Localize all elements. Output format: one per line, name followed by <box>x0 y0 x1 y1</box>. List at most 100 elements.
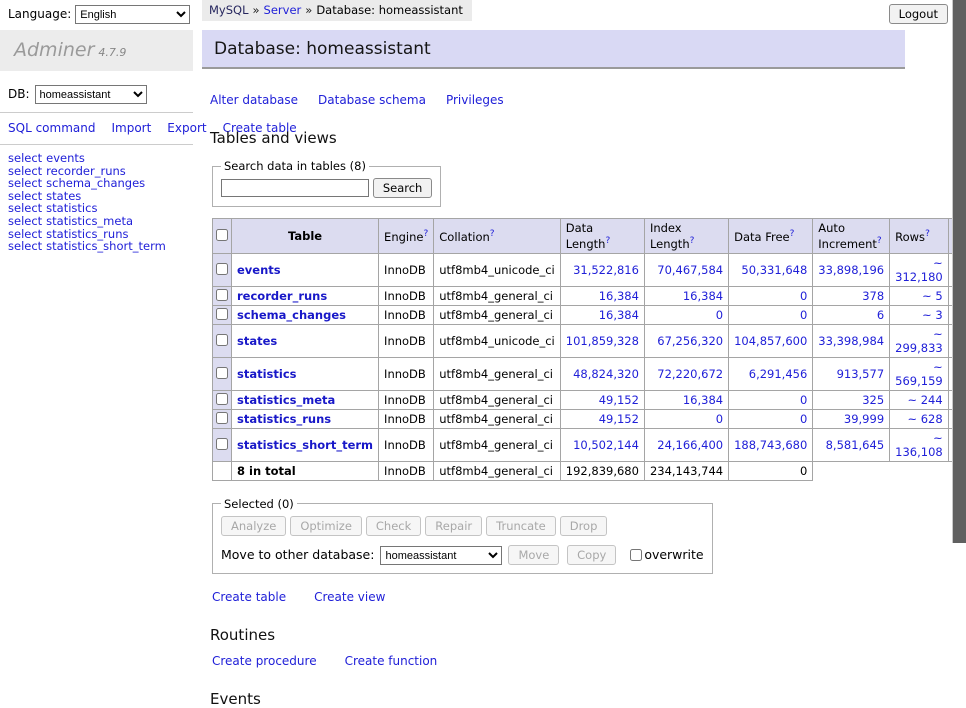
data-length-link[interactable]: 49,152 <box>599 412 639 426</box>
data-length-link[interactable]: 48,824,320 <box>573 367 639 381</box>
rows-link[interactable]: ~ 3 <box>922 308 943 322</box>
help-icon[interactable]: ? <box>605 236 610 246</box>
data-length-link[interactable]: 16,384 <box>599 308 639 322</box>
data-length-link[interactable]: 16,384 <box>599 289 639 303</box>
table-name-link[interactable]: states <box>237 334 277 348</box>
create-function-link[interactable]: Create function <box>345 654 438 668</box>
index-length-link[interactable]: 70,467,584 <box>657 263 723 277</box>
optimize-button[interactable]: Optimize <box>290 516 362 536</box>
row-checkbox[interactable] <box>216 438 228 450</box>
help-icon[interactable]: ? <box>423 229 428 239</box>
sidebar-link-sql-command[interactable]: SQL command <box>8 121 95 135</box>
table-name-link[interactable]: events <box>237 263 281 277</box>
create-procedure-link[interactable]: Create procedure <box>212 654 317 668</box>
create-table-link[interactable]: Create table <box>212 590 286 604</box>
auto-increment-link[interactable]: 33,898,196 <box>818 263 884 277</box>
help-icon[interactable]: ? <box>490 229 495 239</box>
row-checkbox[interactable] <box>216 412 228 424</box>
data-free-link[interactable]: 6,291,456 <box>749 367 808 381</box>
rows-link[interactable]: ~ 569,159 <box>895 360 943 388</box>
data-length-link[interactable]: 31,522,816 <box>573 263 639 277</box>
row-checkbox[interactable] <box>216 308 228 320</box>
auto-increment-link[interactable]: 913,577 <box>837 367 885 381</box>
create-view-link[interactable]: Create view <box>314 590 385 604</box>
table-name-link[interactable]: statistics_runs <box>237 412 331 426</box>
overwrite-checkbox[interactable] <box>630 549 642 561</box>
index-length-link[interactable]: 24,166,400 <box>657 438 723 452</box>
app-name[interactable]: Adminer <box>14 39 94 61</box>
sidebar-select-link[interactable]: select <box>8 151 42 165</box>
auto-increment-link[interactable]: 325 <box>862 393 884 407</box>
breadcrumb-mysql-link[interactable]: MySQL <box>209 3 249 17</box>
help-icon[interactable]: ? <box>925 229 930 239</box>
sidebar-select-link[interactable]: select <box>8 239 42 253</box>
check-button[interactable]: Check <box>366 516 421 536</box>
index-length-link[interactable]: 72,220,672 <box>657 367 723 381</box>
row-checkbox[interactable] <box>216 393 228 405</box>
rows-link[interactable]: ~ 312,180 <box>895 256 943 284</box>
move-database-select[interactable]: homeassistant <box>380 546 502 565</box>
index-length-link[interactable]: 0 <box>716 308 723 322</box>
truncate-button[interactable]: Truncate <box>486 516 556 536</box>
auto-increment-link[interactable]: 378 <box>862 289 884 303</box>
search-button[interactable]: Search <box>373 178 433 198</box>
data-free-link[interactable]: 0 <box>800 289 807 303</box>
data-free-link[interactable]: 104,857,600 <box>734 334 807 348</box>
help-icon[interactable]: ? <box>877 236 882 246</box>
breadcrumb-server-link[interactable]: Server <box>264 3 302 17</box>
data-length-link[interactable]: 101,859,328 <box>566 334 639 348</box>
db-select[interactable]: homeassistant <box>35 85 147 104</box>
auto-increment-link[interactable]: 6 <box>877 308 884 322</box>
alter-database-link[interactable]: Alter database <box>210 93 298 107</box>
data-free-link[interactable]: 0 <box>800 412 807 426</box>
auto-increment-link[interactable]: 8,581,645 <box>826 438 885 452</box>
table-name-link[interactable]: statistics <box>237 367 297 381</box>
sidebar-table-link[interactable]: statistics_meta <box>46 214 133 228</box>
repair-button[interactable]: Repair <box>425 516 482 536</box>
rows-link[interactable]: ~ 5 <box>922 289 943 303</box>
index-length-link[interactable]: 0 <box>716 412 723 426</box>
rows-link[interactable]: ~ 136,108 <box>895 431 943 459</box>
overwrite-label[interactable]: overwrite <box>644 547 703 562</box>
table-name-link[interactable]: statistics_short_term <box>237 438 373 452</box>
table-name-link[interactable]: recorder_runs <box>237 289 327 303</box>
row-checkbox[interactable] <box>216 334 228 346</box>
row-checkbox[interactable] <box>216 367 228 379</box>
row-checkbox[interactable] <box>216 289 228 301</box>
data-free-link[interactable]: 188,743,680 <box>734 438 807 452</box>
auto-increment-link[interactable]: 33,398,984 <box>818 334 884 348</box>
data-length-link[interactable]: 49,152 <box>599 393 639 407</box>
database-schema-link[interactable]: Database schema <box>318 93 426 107</box>
sidebar-link-import[interactable]: Import <box>111 121 151 135</box>
data-length-link[interactable]: 10,502,144 <box>573 438 639 452</box>
table-rows-cell: ~ 244 <box>890 390 949 409</box>
move-button[interactable]: Move <box>508 545 559 565</box>
sidebar-link-export[interactable]: Export <box>167 121 206 135</box>
rows-link[interactable]: ~ 628 <box>907 412 942 426</box>
table-name-link[interactable]: schema_changes <box>237 308 346 322</box>
sidebar-table-link[interactable]: events <box>46 151 85 165</box>
help-icon[interactable]: ? <box>690 236 695 246</box>
sidebar-select-link[interactable]: select <box>8 214 42 228</box>
index-length-link[interactable]: 16,384 <box>683 393 723 407</box>
rows-link[interactable]: ~ 244 <box>907 393 942 407</box>
index-length-link[interactable]: 67,256,320 <box>657 334 723 348</box>
data-free-link[interactable]: 0 <box>800 393 807 407</box>
language-select[interactable]: English <box>75 5 190 24</box>
index-length-link[interactable]: 16,384 <box>683 289 723 303</box>
row-checkbox[interactable] <box>216 263 228 275</box>
table-name-link[interactable]: statistics_meta <box>237 393 335 407</box>
rows-link[interactable]: ~ 299,833 <box>895 327 943 355</box>
search-input[interactable] <box>221 179 369 197</box>
auto-increment-link[interactable]: 39,999 <box>844 412 884 426</box>
select-all-checkbox[interactable] <box>216 229 228 241</box>
vertical-scrollbar[interactable] <box>952 0 966 543</box>
data-free-link[interactable]: 0 <box>800 308 807 322</box>
analyze-button[interactable]: Analyze <box>221 516 286 536</box>
privileges-link[interactable]: Privileges <box>446 93 504 107</box>
copy-button[interactable]: Copy <box>567 545 616 565</box>
help-icon[interactable]: ? <box>790 229 795 239</box>
drop-button[interactable]: Drop <box>560 516 608 536</box>
sidebar-table-link[interactable]: statistics_short_term <box>46 239 166 253</box>
data-free-link[interactable]: 50,331,648 <box>741 263 807 277</box>
